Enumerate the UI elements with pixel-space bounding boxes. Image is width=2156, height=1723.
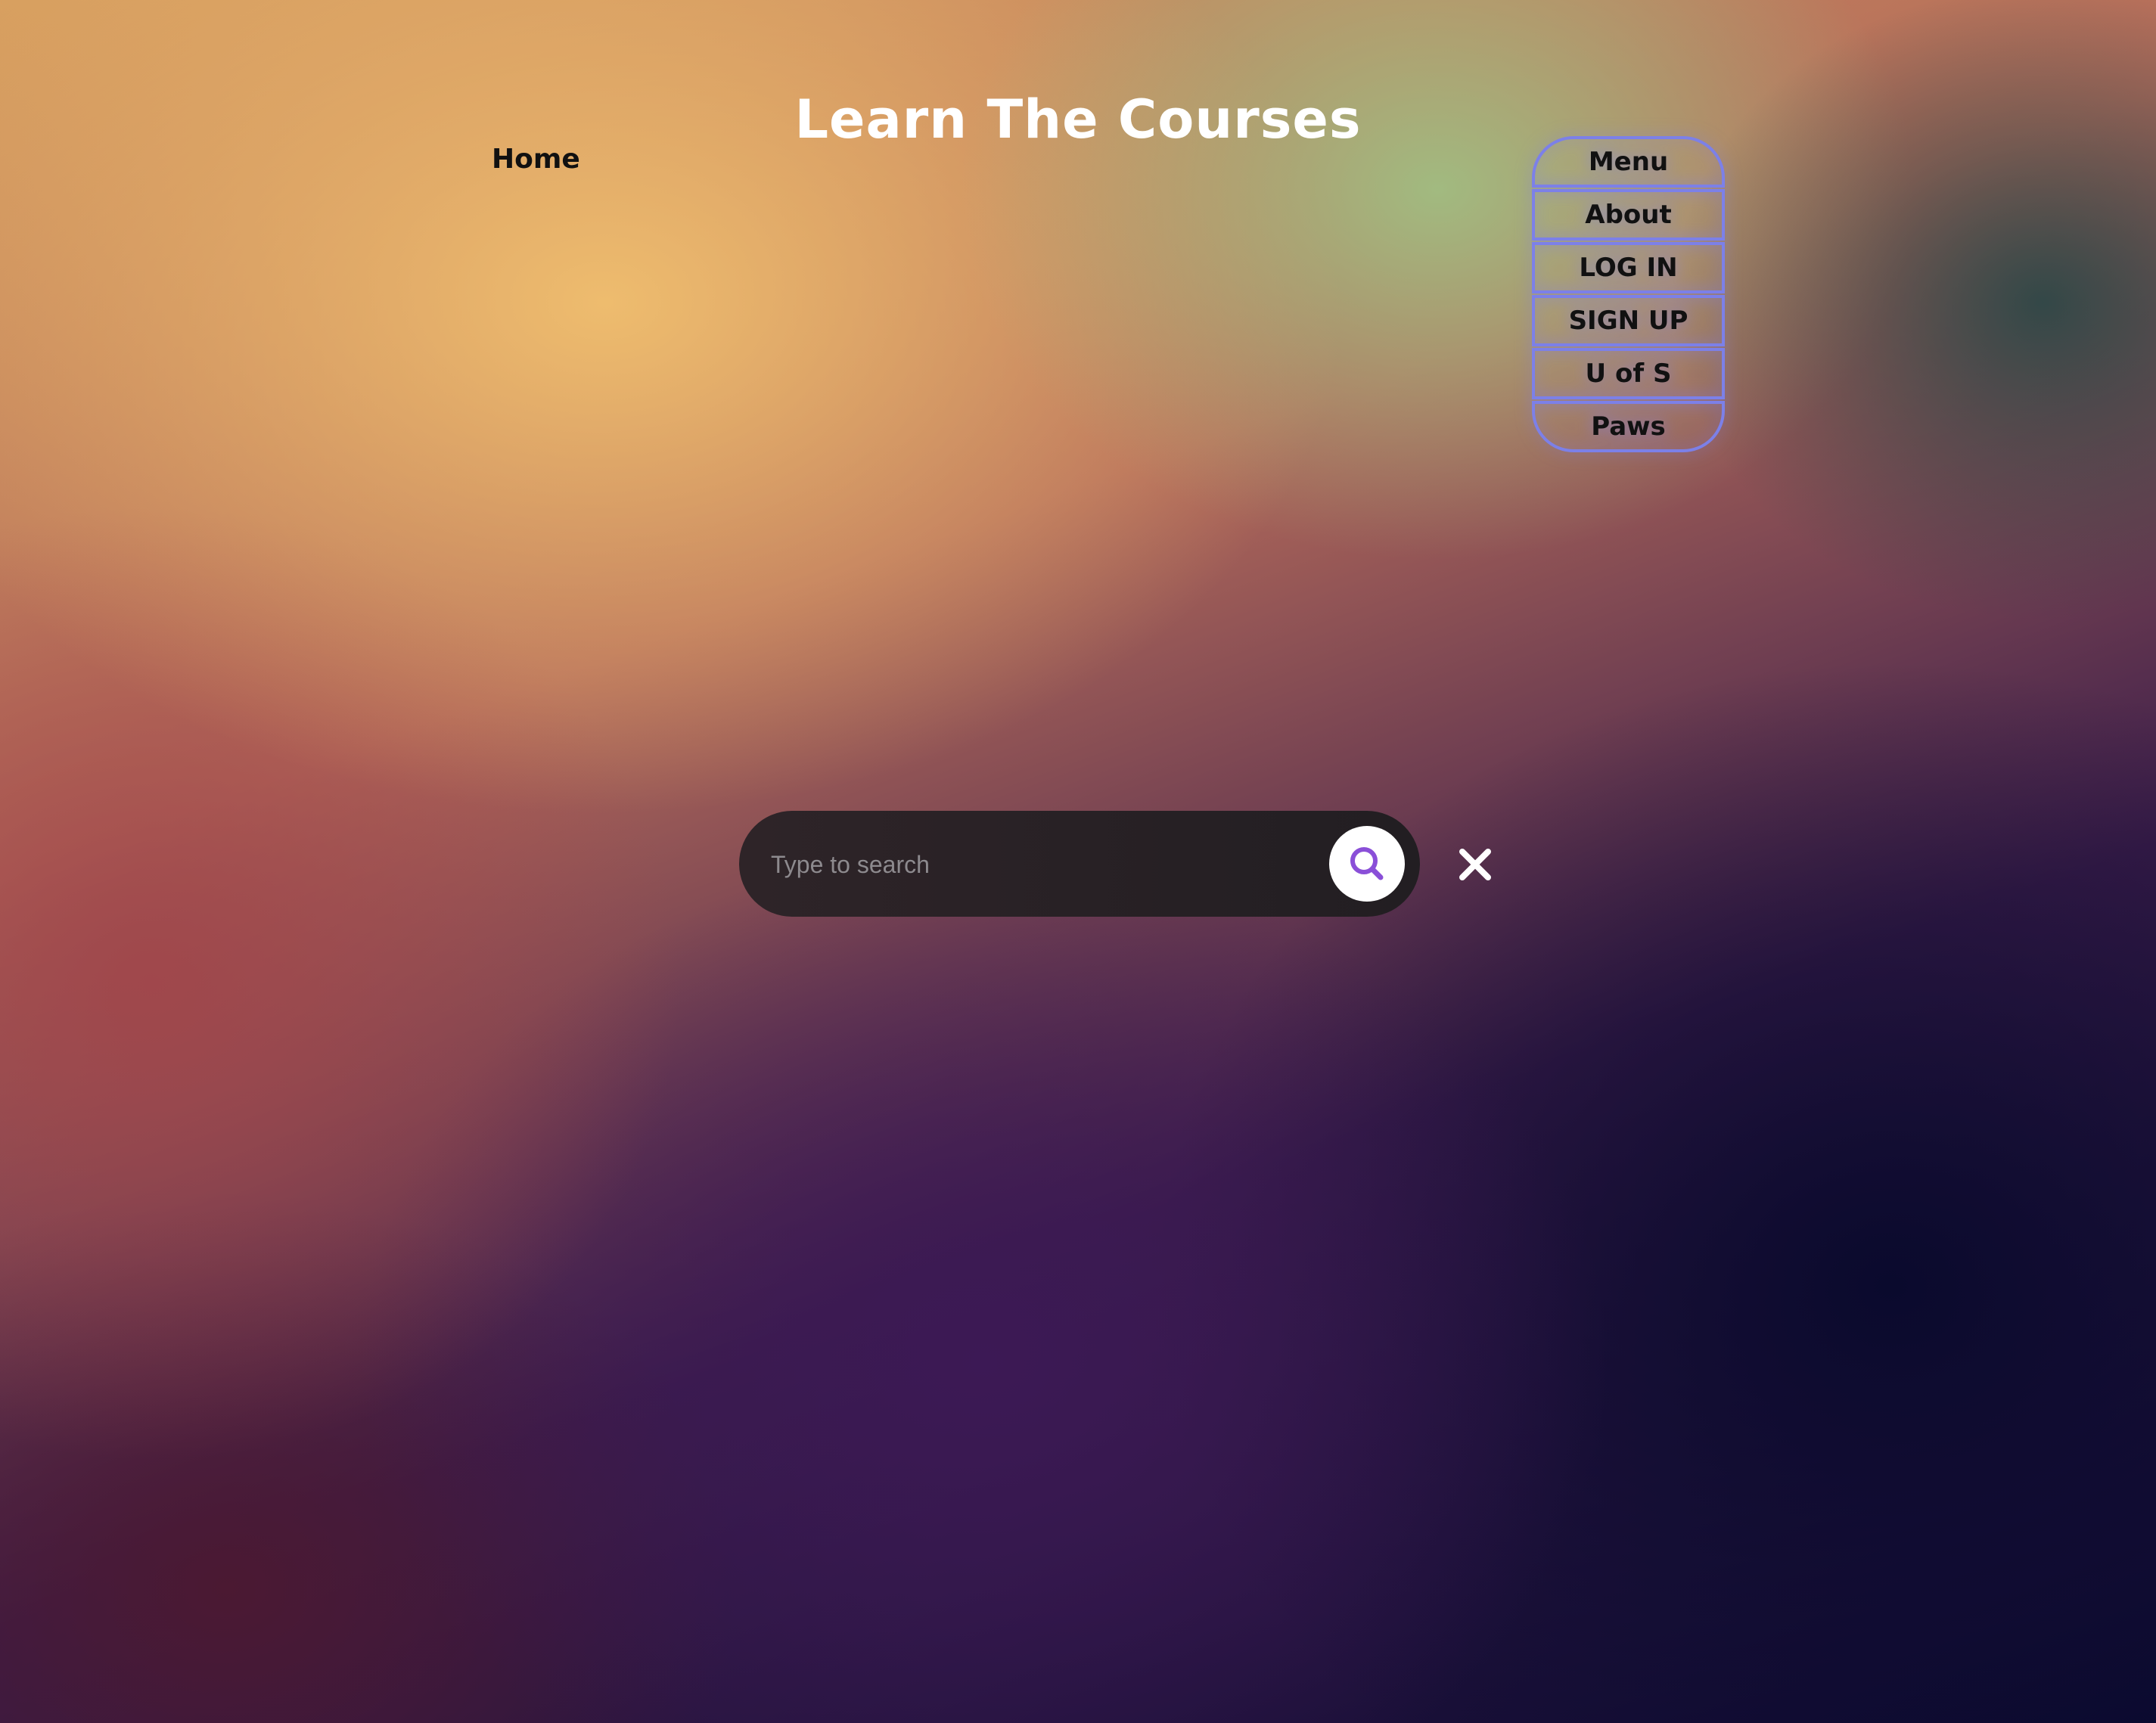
home-link[interactable]: Home <box>492 144 580 175</box>
menu-item-sign-up[interactable]: SIGN UP <box>1532 295 1725 346</box>
search-bar <box>739 811 1420 917</box>
menu-item-menu[interactable]: Menu <box>1532 136 1725 188</box>
search-button[interactable] <box>1329 826 1405 902</box>
close-button[interactable] <box>1456 846 1494 883</box>
menu-item-u-of-s[interactable]: U of S <box>1532 348 1725 399</box>
menu-item-about[interactable]: About <box>1532 189 1725 241</box>
search-input[interactable] <box>769 834 1302 896</box>
menu-item-paws[interactable]: Paws <box>1532 401 1725 452</box>
close-icon <box>1459 849 1491 880</box>
search-icon <box>1350 847 1384 880</box>
side-menu: Menu About LOG IN SIGN UP U of S Paws <box>1532 136 1725 454</box>
page-title: Learn The Courses <box>794 88 1362 151</box>
menu-item-log-in[interactable]: LOG IN <box>1532 242 1725 293</box>
